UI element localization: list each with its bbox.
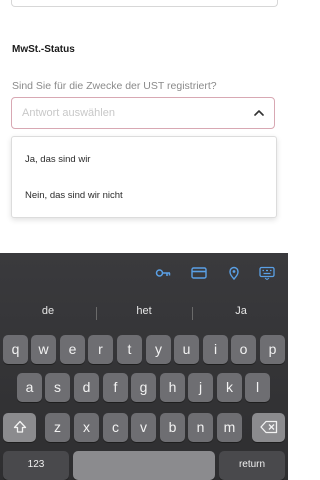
suggestion-separator [96,307,97,320]
key-i[interactable]: i [203,335,228,364]
key-d[interactable]: d [74,373,99,402]
key-u[interactable]: u [174,335,199,364]
suggestion-2[interactable]: het [114,305,174,317]
section-title: MwSt.-Status [12,44,75,55]
key-icon[interactable] [155,266,171,280]
key-x[interactable]: x [74,413,99,442]
numbers-key[interactable]: 123 [3,451,69,480]
key-n[interactable]: n [188,413,213,442]
key-h[interactable]: h [160,373,185,402]
key-e[interactable]: e [60,335,85,364]
key-v[interactable]: v [131,413,156,442]
key-l[interactable]: l [245,373,270,402]
key-g[interactable]: g [131,373,156,402]
vat-status-select[interactable]: Antwort auswählen [11,97,275,129]
key-y[interactable]: y [146,335,171,364]
key-o[interactable]: o [231,335,256,364]
option-no[interactable]: Nein, das sind wir nicht [25,190,123,201]
key-s[interactable]: s [45,373,70,402]
suggestion-3[interactable]: Ja [211,305,271,317]
key-j[interactable]: j [188,373,213,402]
backspace-key[interactable] [252,413,285,442]
vat-question-label: Sind Sie für die Zwecke der UST registri… [12,80,217,92]
key-k[interactable]: k [217,373,242,402]
space-key[interactable] [73,451,215,480]
chevron-up-icon [254,110,264,116]
on-screen-keyboard: de het Ja q w e r t y u i o p a s d f g … [0,253,288,480]
backspace-icon [259,420,277,434]
key-p[interactable]: p [260,335,285,364]
suggestion-bar: de het Ja [0,305,288,323]
return-key[interactable]: return [219,451,285,480]
key-c[interactable]: c [103,413,128,442]
suggestion-separator [192,307,193,320]
shift-key[interactable] [3,413,36,442]
key-t[interactable]: t [117,335,142,364]
credit-card-icon[interactable] [191,266,207,280]
key-r[interactable]: r [88,335,113,364]
key-w[interactable]: w [31,335,56,364]
select-placeholder: Antwort auswählen [22,107,115,119]
shift-icon [13,420,26,433]
keyboard-icon[interactable] [259,266,275,280]
key-m[interactable]: m [217,413,242,442]
key-q[interactable]: q [3,335,28,364]
select-dropdown-menu: Ja, das sind wir Nein, das sind wir nich… [11,136,277,218]
location-pin-icon[interactable] [226,266,242,280]
form-area: MwSt.-Status Sind Sie für die Zwecke der… [0,0,288,253]
keyboard-toolbar [0,253,288,293]
option-yes[interactable]: Ja, das sind wir [25,154,90,165]
key-f[interactable]: f [103,373,128,402]
key-b[interactable]: b [160,413,185,442]
previous-input-field[interactable] [11,0,278,7]
suggestion-1[interactable]: de [18,305,78,317]
key-a[interactable]: a [17,373,42,402]
key-z[interactable]: z [45,413,70,442]
